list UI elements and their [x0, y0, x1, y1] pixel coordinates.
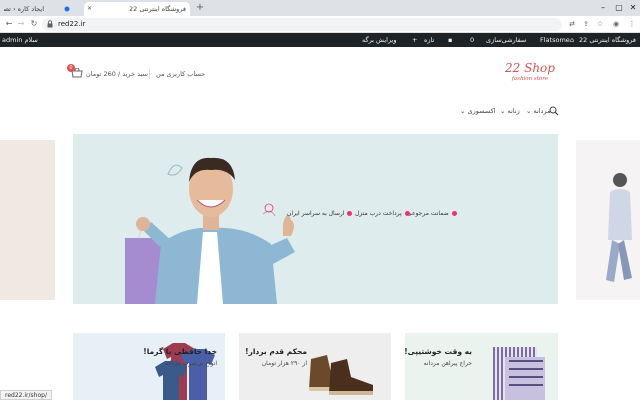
hero-model-image [125, 157, 295, 304]
tab-active[interactable]: ✕ فروشگاه اینترنتی 22 [84, 2, 190, 16]
card-subtitle: انواع تی‌شرت مردانه [165, 360, 217, 367]
lock-icon [47, 20, 53, 28]
truck-icon [347, 211, 353, 216]
translate-icon[interactable]: ⇄ [566, 18, 578, 30]
slider-prev-slide[interactable] [0, 140, 55, 300]
reload-icon[interactable]: ↻ [28, 18, 40, 30]
tab-other[interactable]: ایجاد کاره ‹ تصاویر | انجام سایت [4, 2, 48, 16]
browser-favicon-icon [64, 6, 70, 12]
card-title: به وقت خوشتیپی! [405, 347, 472, 356]
url-text: red22.ir [58, 20, 86, 28]
home-icon[interactable]: ⌂ [570, 33, 574, 47]
card-subtitle: حراج پیراهن مردانه [423, 360, 472, 367]
admin-edit-page[interactable]: ویرایش برگه [362, 33, 396, 47]
tab-label: فروشگاه اینترنتی 22 [129, 5, 186, 13]
wp-admin-bar: فروشگاه اینترنتی 22 ⌂ Flatsome سفارشی‌سا… [0, 33, 640, 47]
tab-blank[interactable] [52, 2, 82, 16]
admin-theme[interactable]: Flatsome [540, 33, 570, 47]
close-window-icon[interactable]: ✕ [626, 0, 640, 16]
comments-count[interactable]: 0 [470, 33, 474, 47]
feature-cod: پرداخت درب منزل [355, 210, 410, 217]
admin-greeting[interactable]: سلام admin [2, 33, 38, 47]
plus-icon: + [412, 36, 418, 44]
logo-subtext: fashion store [511, 76, 549, 82]
category-card-tshirts[interactable]: خدا حافظی با گرما! انواع تی‌شرت مردانه [73, 333, 225, 400]
nav-item-accessories[interactable]: اکسسوری ⌄ [460, 107, 496, 115]
close-icon[interactable]: ✕ [87, 2, 92, 16]
nav-item-men[interactable]: مردانه ⌄ [526, 107, 551, 115]
category-card-shoes[interactable]: محکم قدم بردار! از ۲۹۰ هزار تومان [239, 333, 391, 400]
feature-returns: ضمانت مرجوعی [407, 210, 457, 217]
hero-banner[interactable]: ضمانت مرجوعی پرداخت درب منزل ارسال به سر… [73, 134, 558, 304]
nav-item-women[interactable]: زنانه ⌄ [500, 107, 520, 115]
card-subtitle: از ۲۹۰ هزار تومان [261, 360, 307, 367]
tab-label: ایجاد کاره ‹ تصاویر | انجام سایت [4, 5, 44, 13]
site-logo[interactable]: 22 Shop fashion store [500, 61, 560, 91]
profile-icon[interactable]: ◉ [610, 18, 622, 30]
badge-icon [451, 211, 457, 216]
cart-count-badge: 0 [67, 64, 75, 72]
maximize-icon[interactable]: ▢ [612, 0, 626, 16]
address-bar-row: ← → ↻ red22.ir ⇄ ⇪ ☆ ◉ ⋮ [0, 16, 640, 33]
wallet-icon [404, 211, 410, 216]
status-bar: red22.ir/shop/ [0, 390, 52, 400]
logo-text: 22 Shop [505, 61, 555, 75]
slider-next-slide[interactable] [576, 140, 640, 300]
admin-site-name[interactable]: فروشگاه اینترنتی 22 [579, 33, 636, 47]
comment-icon: ▪ [448, 36, 453, 44]
header-divider [149, 69, 150, 79]
account-link[interactable]: حساب کاربری من [156, 70, 205, 78]
tab-strip: ایجاد کاره ‹ تصاویر | انجام سایت ✕ فروشگ… [0, 0, 640, 16]
feature-shipping: ارسال به سراسر ایران [287, 210, 353, 217]
browser-window: ایجاد کاره ‹ تصاویر | انجام سایت ✕ فروشگ… [0, 0, 640, 400]
card-title: خدا حافظی با گرما! [143, 347, 217, 356]
minimize-icon[interactable]: – [596, 0, 610, 16]
new-tab-button[interactable]: + [194, 1, 206, 15]
slide-model-image [606, 173, 632, 282]
share-icon[interactable]: ⇪ [580, 18, 592, 30]
forward-icon[interactable]: → [15, 18, 27, 30]
back-icon[interactable]: ← [3, 18, 15, 30]
admin-customize[interactable]: سفارشی‌سازی [486, 33, 526, 47]
menu-icon[interactable]: ⋮ [626, 18, 638, 30]
address-bar[interactable]: red22.ir [42, 18, 562, 31]
bookmark-icon[interactable]: ☆ [594, 18, 606, 30]
card-title: محکم قدم بردار! [245, 347, 307, 356]
admin-new[interactable]: تازه [424, 33, 434, 47]
search-icon[interactable] [549, 106, 559, 116]
category-card-shirts[interactable]: به وقت خوشتیپی! حراج پیراهن مردانه [405, 333, 558, 400]
cart-link[interactable]: سبد خرید / 260 تومان [86, 70, 148, 78]
